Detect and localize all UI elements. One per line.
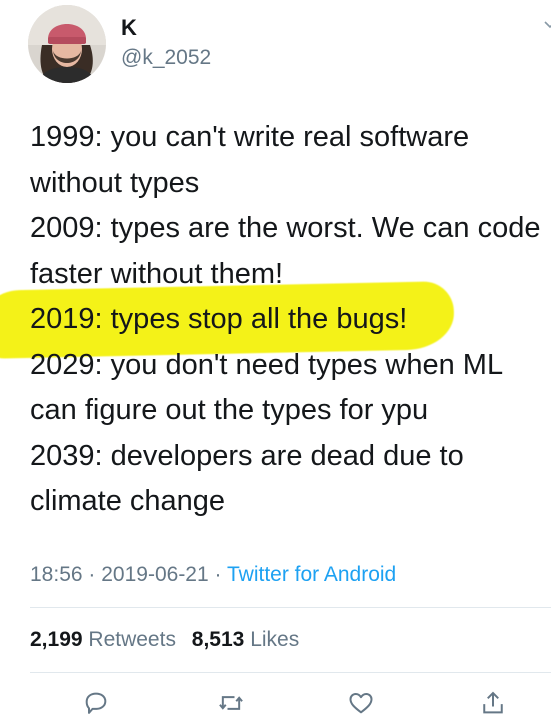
reply-button[interactable]: [81, 688, 111, 718]
reply-icon: [85, 692, 107, 714]
retweet-icon: [219, 696, 243, 710]
likes-stat[interactable]: 8,513 Likes: [192, 627, 299, 653]
retweets-label: Retweets: [88, 628, 176, 651]
likes-label: Likes: [250, 628, 300, 651]
retweets-count: 2,199: [30, 628, 83, 651]
tweet-date: 2019-06-21: [101, 563, 209, 586]
retweet-button[interactable]: [216, 688, 246, 718]
share-button[interactable]: [478, 688, 508, 718]
tweet-text-line: climate change: [30, 485, 226, 517]
tweet-stats: 2,199 Retweets 8,513 Likes: [30, 627, 309, 653]
tweet-time: 18:56: [30, 563, 83, 586]
tweet-source-link[interactable]: Twitter for Android: [227, 563, 396, 586]
likes-count: 8,513: [191, 628, 245, 651]
like-icon: [349, 693, 373, 714]
avatar[interactable]: [28, 5, 106, 83]
tweet-text-line: 2029: you don't need types when ML: [30, 348, 504, 381]
tweet-text-line: without types: [30, 166, 200, 199]
avatar-image: [28, 5, 106, 83]
tweet-text-line: can figure out the types for ypu: [30, 394, 429, 426]
display-name[interactable]: K: [121, 14, 137, 42]
like-button[interactable]: [346, 688, 376, 718]
tweet-meta: 18:56 · 2019-06-21 · Twitter for Android: [30, 562, 396, 588]
retweets-stat[interactable]: 2,199 Retweets: [30, 627, 176, 653]
tweet-text-line: faster without them!: [30, 257, 284, 290]
user-handle[interactable]: @k_2052: [121, 45, 211, 71]
meta-separator: ·: [214, 563, 222, 586]
chevron-down-icon[interactable]: [543, 18, 551, 32]
meta-separator: ·: [88, 563, 96, 586]
tweet-text-line: 1999: you can't write real software: [30, 121, 470, 153]
divider: [30, 672, 551, 673]
share-icon: [483, 691, 503, 714]
tweet-text: 1999: you can't write real software with…: [30, 115, 551, 525]
tweet-card: K @k_2052 1999: you can't write real sof…: [0, 0, 551, 720]
action-bar: [0, 688, 551, 720]
tweet-text-line: 2039: developers are dead due to: [30, 439, 464, 472]
divider: [30, 607, 551, 608]
tweet-text-line: 2009: types are the worst. We can code: [30, 212, 541, 244]
tweet-text-line-highlighted: 2019: types stop all the bugs!: [30, 303, 408, 335]
